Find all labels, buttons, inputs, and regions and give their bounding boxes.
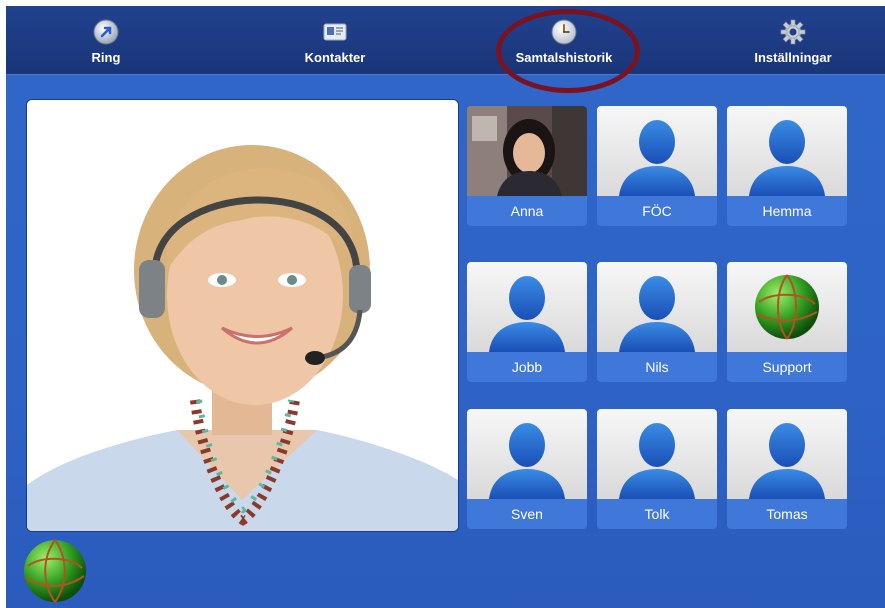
contact-name: Tomas bbox=[727, 499, 847, 529]
nav-settings-label: Inställningar bbox=[754, 50, 832, 65]
agent-photo bbox=[27, 100, 458, 531]
contact-tile-anna[interactable]: Anna bbox=[467, 106, 587, 226]
contact-tile-sven[interactable]: Sven bbox=[467, 409, 587, 529]
person-silhouette-icon bbox=[467, 409, 587, 499]
contact-name: Anna bbox=[467, 196, 587, 226]
contact-photo bbox=[467, 106, 587, 196]
nav-contacts-label: Kontakter bbox=[304, 50, 366, 65]
video-view bbox=[26, 99, 459, 532]
globe-logo-icon[interactable] bbox=[22, 538, 88, 604]
top-navigation-bar: Ring Kontakter Samtalshistorik Inställni… bbox=[6, 6, 885, 75]
contact-tile-jobb[interactable]: Jobb bbox=[467, 262, 587, 382]
highlight-circle bbox=[496, 9, 640, 93]
globe-icon bbox=[727, 262, 847, 352]
contact-name: Nils bbox=[597, 352, 717, 382]
contact-tile-tomas[interactable]: Tomas bbox=[727, 409, 847, 529]
gear-icon bbox=[780, 19, 806, 45]
contact-name: Sven bbox=[467, 499, 587, 529]
contact-tile-tolk[interactable]: Tolk bbox=[597, 409, 717, 529]
person-silhouette-icon bbox=[727, 409, 847, 499]
person-silhouette-icon bbox=[597, 409, 717, 499]
contacts-card-icon bbox=[323, 23, 347, 41]
call-icon bbox=[93, 19, 119, 45]
nav-ring-label: Ring bbox=[91, 50, 121, 65]
contact-tile-nils[interactable]: Nils bbox=[597, 262, 717, 382]
contact-name: Support bbox=[727, 352, 847, 382]
app-window: Ring Kontakter Samtalshistorik Inställni… bbox=[6, 6, 885, 608]
nav-ring-button[interactable]: Ring bbox=[21, 6, 191, 74]
nav-settings-button[interactable]: Inställningar bbox=[708, 6, 878, 74]
nav-contacts-button[interactable]: Kontakter bbox=[250, 6, 420, 74]
contact-tile-support[interactable]: Support bbox=[727, 262, 847, 382]
person-silhouette-icon bbox=[597, 106, 717, 196]
person-silhouette-icon bbox=[597, 262, 717, 352]
person-silhouette-icon bbox=[727, 106, 847, 196]
contact-tile-hemma[interactable]: Hemma bbox=[727, 106, 847, 226]
contact-name: FÖC bbox=[597, 196, 717, 226]
contact-name: Tolk bbox=[597, 499, 717, 529]
person-silhouette-icon bbox=[467, 262, 587, 352]
contact-name: Jobb bbox=[467, 352, 587, 382]
contact-name: Hemma bbox=[727, 196, 847, 226]
contact-tile-foc[interactable]: FÖC bbox=[597, 106, 717, 226]
